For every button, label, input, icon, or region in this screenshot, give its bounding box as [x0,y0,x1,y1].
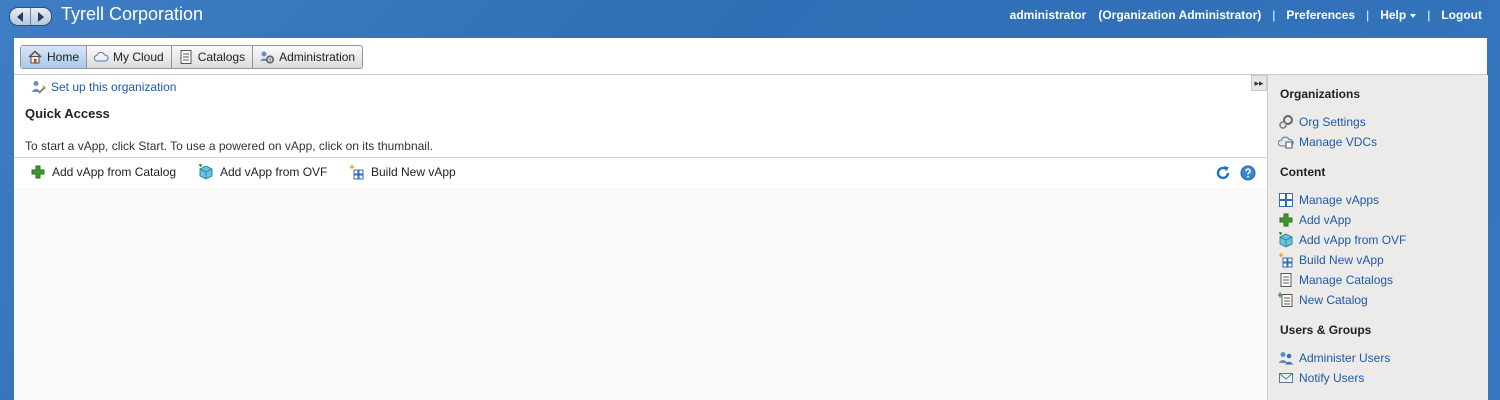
tab-administration[interactable]: Administration [253,46,362,68]
new-catalog-icon [1278,292,1293,307]
notify-users-label: Notify Users [1299,371,1365,385]
envelope-icon [1279,373,1293,383]
nav-separator: | [1427,8,1431,22]
back-arrow-icon [17,11,23,22]
help-icon[interactable] [1240,165,1256,181]
ovf-package-icon [1279,232,1293,248]
add-vapp-link[interactable]: Add vApp [1278,212,1351,228]
add-vapp-from-ovf-label: Add vApp from OVF [220,165,328,179]
toolbar-actions [1215,165,1256,181]
help-label: Help [1380,8,1407,22]
back-button[interactable] [10,8,30,25]
manage-vapps-label: Manage vApps [1299,193,1380,207]
build-vapp-icon [349,164,364,180]
tab-home-label: Home [47,50,80,64]
add-vapp-from-catalog-label: Add vApp from Catalog [52,165,177,179]
main-frame: Home My Cloud Catalogs Administration Se… [14,38,1488,400]
administer-users-link[interactable]: Administer Users [1278,350,1390,366]
new-catalog-link[interactable]: New Catalog [1278,292,1368,308]
users-icon [1278,352,1294,365]
refresh-icon[interactable] [1215,165,1231,181]
preferences-link[interactable]: Preferences [1286,8,1355,22]
administer-users-label: Administer Users [1299,351,1391,365]
tab-my-cloud-label: My Cloud [113,50,164,64]
add-vapp-label: Add vApp [1299,213,1352,227]
tab-administration-label: Administration [279,50,356,64]
notify-users-link[interactable]: Notify Users [1278,370,1364,386]
vdc-cloud-icon [1278,136,1294,149]
vapps-grid-icon [1279,193,1293,207]
build-new-vapp-label: Build New vApp [1299,253,1384,267]
add-vapp-from-ovf-link[interactable]: Add vApp from OVF [1278,232,1406,248]
org-settings-label: Org Settings [1299,115,1366,129]
chevron-down-icon [1410,13,1417,18]
manage-vdcs-label: Manage VDCs [1299,135,1378,149]
build-new-vapp-button[interactable]: Build New vApp [349,164,456,180]
add-vapp-from-ovf-label: Add vApp from OVF [1299,233,1407,247]
gears-icon [1279,115,1293,129]
tab-catalogs[interactable]: Catalogs [172,46,254,68]
manage-catalogs-link[interactable]: Manage Catalogs [1278,272,1393,288]
organization-title: Tyrell Corporation [61,4,204,24]
home-content: Set up this organization ▸▸ Quick Access… [14,75,1267,400]
build-vapp-icon [1278,252,1293,268]
tab-home[interactable]: Home [21,46,88,68]
content-heading: Content [1280,165,1326,179]
history-nav [9,7,52,26]
collapse-panel-button[interactable]: ▸▸ [1251,75,1267,91]
right-sidebar: Organizations Org Settings Manage VDCs C… [1267,75,1488,400]
tab-bar: Home My Cloud Catalogs Administration [14,38,1487,75]
setup-organization-link[interactable]: Set up this organization [30,79,176,95]
tab-catalogs-label: Catalogs [197,50,246,64]
logout-link[interactable]: Logout [1441,8,1482,22]
tab-my-cloud[interactable]: My Cloud [87,46,172,68]
users-groups-heading: Users & Groups [1280,323,1372,337]
green-plus-icon [31,165,45,179]
manage-catalogs-label: Manage Catalogs [1299,273,1394,287]
home-icon [28,50,42,64]
setup-wizard-icon [31,81,46,94]
quick-access-title: Quick Access [25,106,110,121]
setup-organization-label: Set up this organization [51,80,177,94]
nav-separator: | [1272,8,1276,22]
username: administrator [1009,8,1087,22]
cloud-icon [94,51,109,62]
forward-arrow-icon [38,11,44,22]
ovf-package-icon [199,164,213,180]
green-plus-icon [1279,213,1293,227]
manage-vdcs-link[interactable]: Manage VDCs [1278,134,1377,150]
build-new-vapp-link[interactable]: Build New vApp [1278,252,1384,268]
main-tabs: Home My Cloud Catalogs Administration [20,45,364,69]
admin-icon [260,51,275,64]
user-nav: administrator (Organization Administrato… [1010,8,1482,22]
new-catalog-label: New Catalog [1299,293,1368,307]
vapp-thumbnail-area [14,188,1266,400]
build-new-vapp-label: Build New vApp [371,165,456,179]
add-vapp-from-ovf-button[interactable]: Add vApp from OVF [198,164,327,180]
manage-vapps-link[interactable]: Manage vApps [1278,192,1379,208]
nav-separator: | [1366,8,1370,22]
user-role: (Organization Administrator) [1098,8,1262,22]
top-header: Tyrell Corporation administrator (Organi… [0,0,1500,32]
org-settings-link[interactable]: Org Settings [1278,114,1366,130]
forward-button[interactable] [30,8,51,25]
quick-access-description: To start a vApp, click Start. To use a p… [25,139,433,153]
vapp-toolbar: Add vApp from Catalog Add vApp from OVF … [14,157,1266,189]
add-vapp-from-catalog-button[interactable]: Add vApp from Catalog [30,164,176,180]
catalog-icon [1280,273,1292,287]
organizations-heading: Organizations [1280,87,1361,101]
help-menu[interactable]: Help [1380,8,1417,22]
catalog-icon [180,50,192,64]
